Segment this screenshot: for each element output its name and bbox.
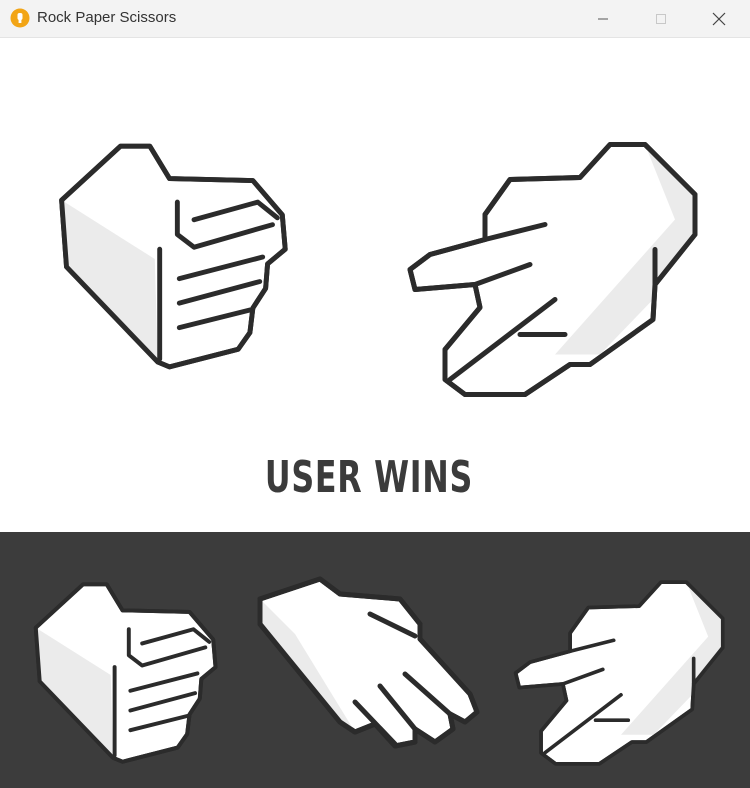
maximize-button[interactable] bbox=[632, 0, 690, 37]
window-title: Rock Paper Scissors bbox=[37, 9, 177, 26]
rock-choice-button[interactable] bbox=[20, 580, 225, 770]
close-icon bbox=[712, 12, 726, 26]
minimize-button[interactable] bbox=[574, 0, 632, 37]
choice-panel bbox=[0, 532, 750, 788]
title-bar: Rock Paper Scissors bbox=[0, 0, 750, 38]
scissors-choice-button[interactable] bbox=[512, 578, 730, 768]
app-icon bbox=[10, 8, 30, 28]
paper-choice-button[interactable] bbox=[255, 574, 485, 754]
result-text: USER WINS bbox=[264, 452, 474, 503]
user-rock-icon bbox=[42, 124, 297, 394]
computer-scissors-icon bbox=[405, 122, 705, 417]
maximize-icon bbox=[656, 14, 666, 24]
minimize-icon bbox=[598, 18, 608, 20]
close-button[interactable] bbox=[690, 0, 748, 37]
